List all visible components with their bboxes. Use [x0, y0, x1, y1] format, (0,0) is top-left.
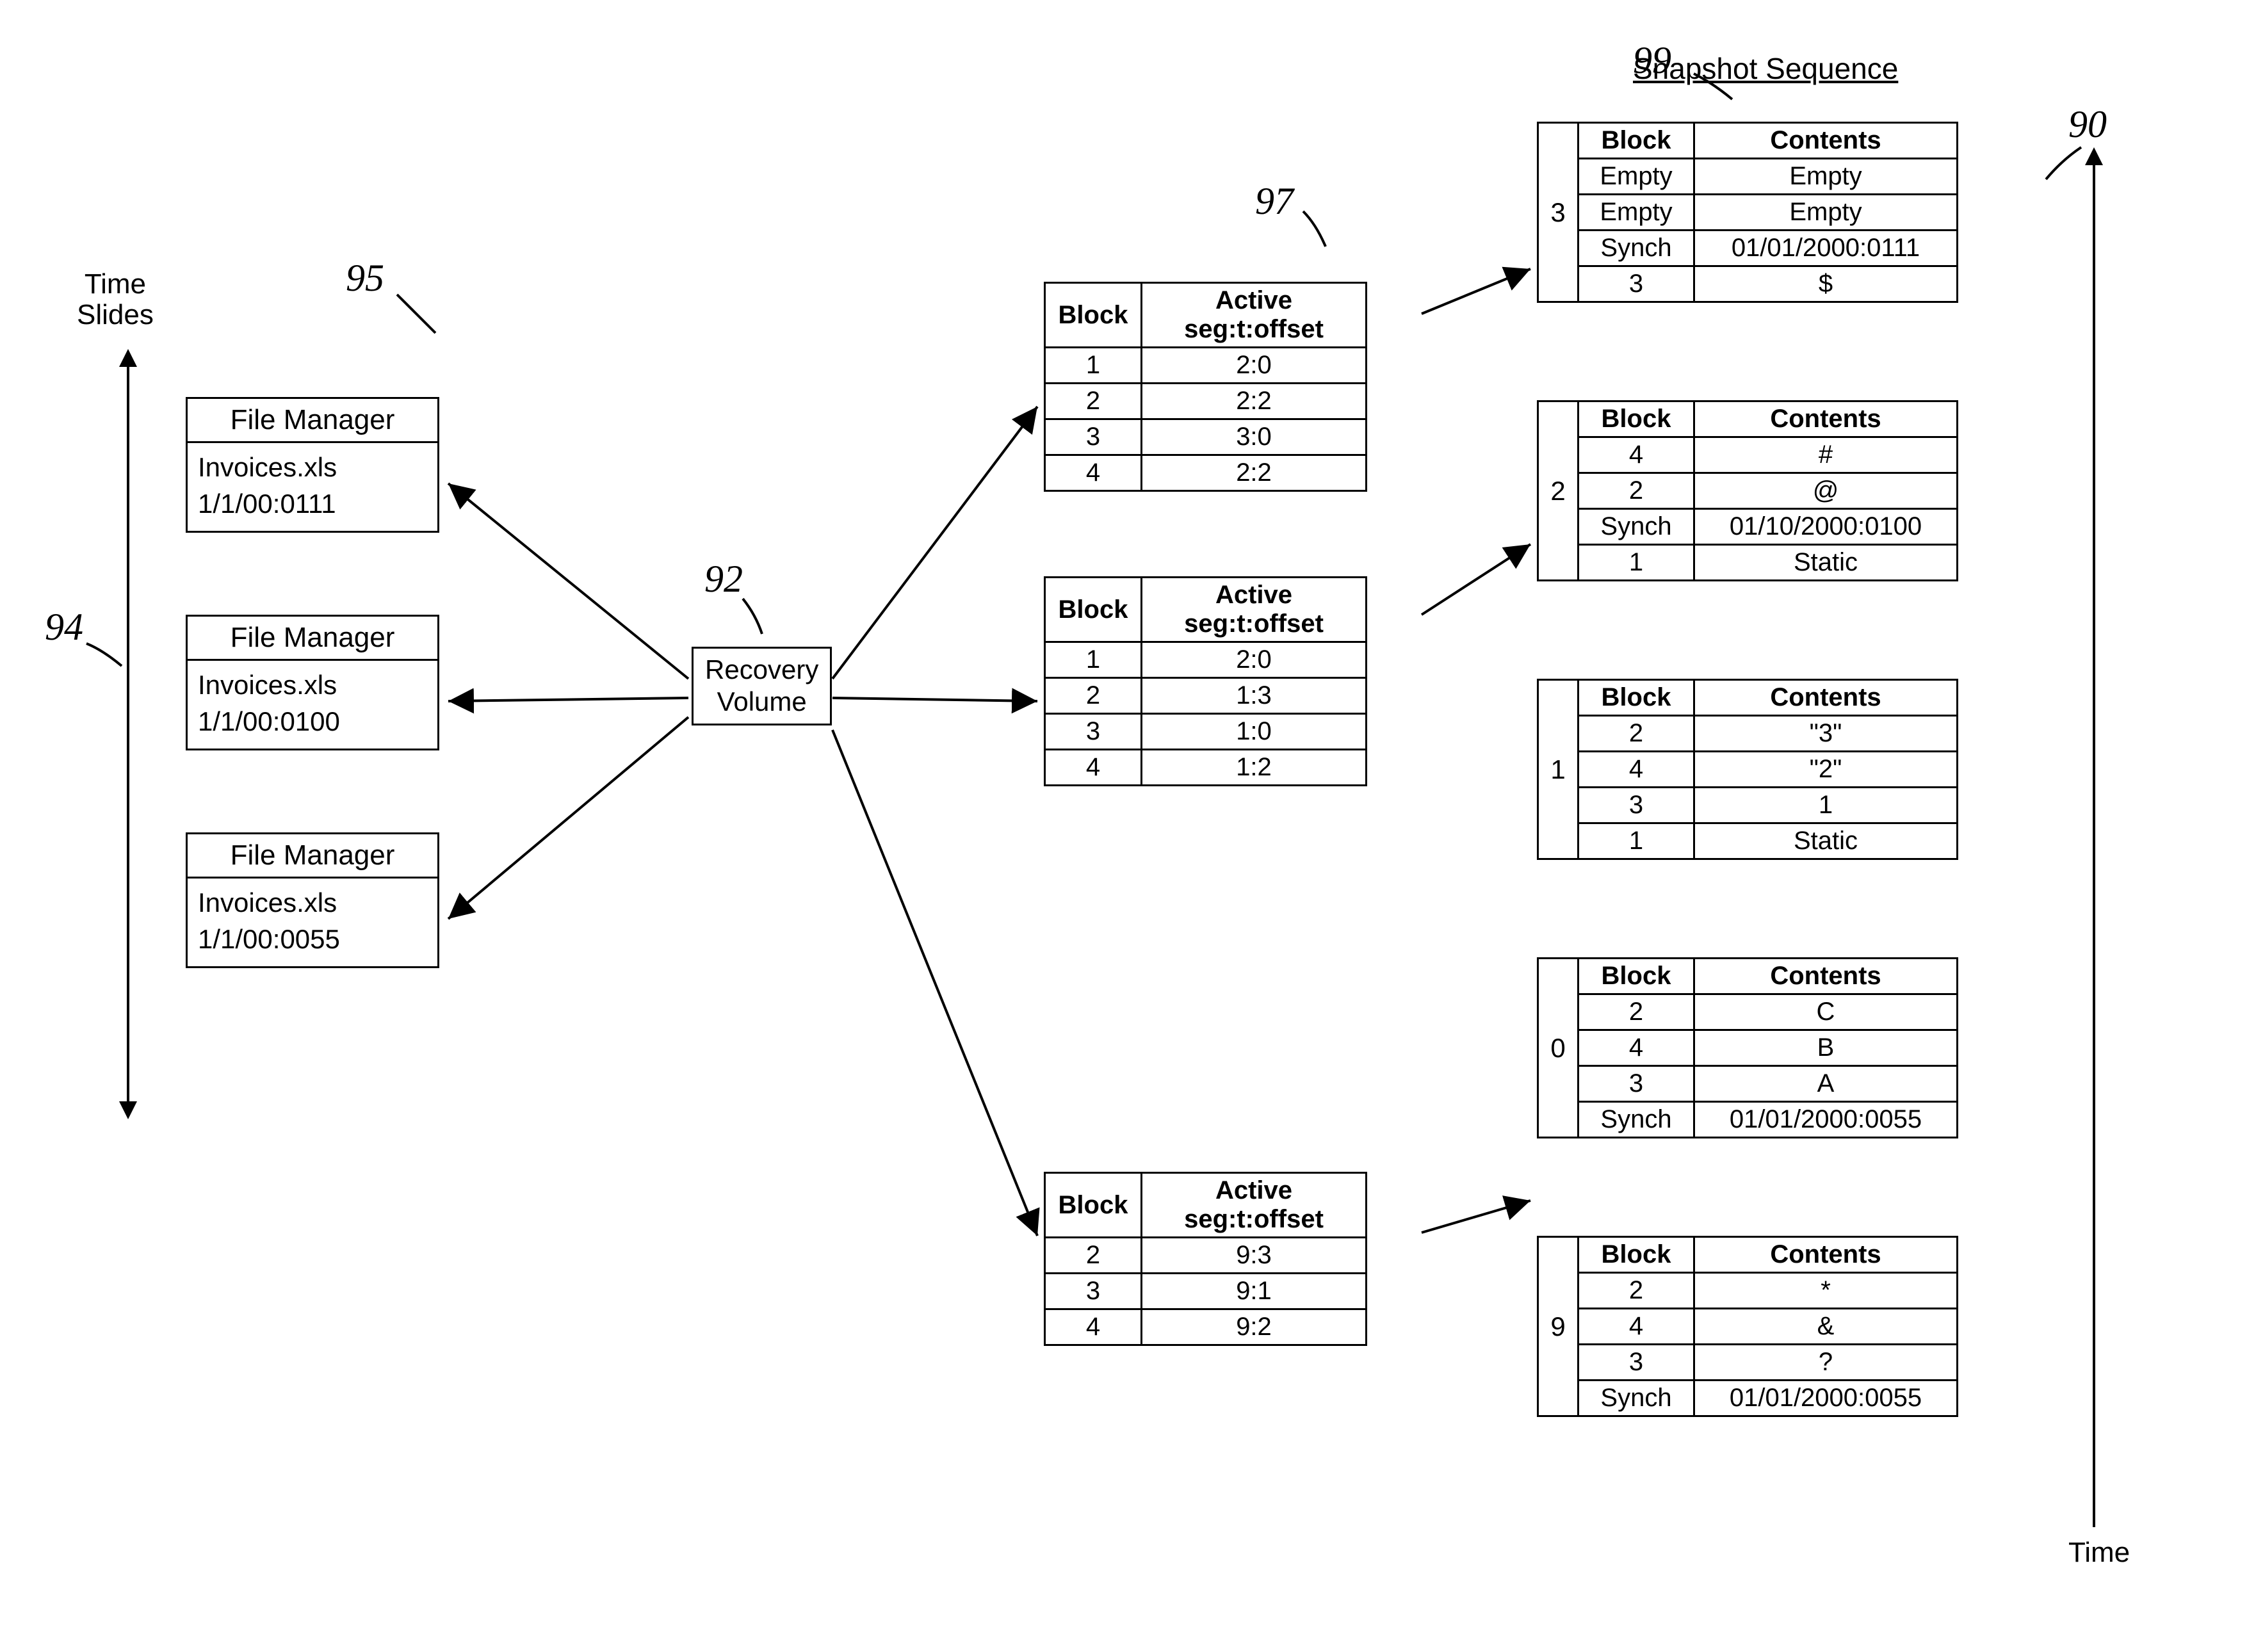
table-row: 22:2 [1045, 384, 1367, 419]
table-row: 3A [1578, 1066, 1958, 1102]
col-header: Active seg:t:offset [1142, 1173, 1367, 1238]
file-manager-card: File Manager Invoices.xls 1/1/00:0055 [186, 832, 439, 968]
col-header: Contents [1694, 123, 1958, 159]
col-header: Block [1578, 1237, 1694, 1273]
col-header: Contents [1694, 959, 1958, 994]
table-row: 49:2 [1045, 1309, 1367, 1345]
table-row: Synch01/01/2000:0055 [1578, 1381, 1958, 1416]
snapshot-index: 3 [1537, 122, 1577, 303]
file-manager-card: File Manager Invoices.xls 1/1/00:0111 [186, 397, 439, 533]
arrowhead-up-icon [119, 349, 137, 367]
table-row: 2@ [1578, 473, 1958, 509]
segment-table: BlockActive seg:t:offset 12:0 22:2 33:0 … [1044, 282, 1367, 492]
col-header: Contents [1694, 401, 1958, 437]
file-timestamp: 1/1/00:0055 [198, 921, 427, 958]
snapshot-entry: 2 BlockContents 4# 2@ Synch01/10/2000:01… [1537, 400, 1958, 581]
col-header: Block [1045, 1173, 1142, 1238]
file-manager-title: File Manager [188, 399, 437, 443]
file-timestamp: 1/1/00:0111 [198, 486, 427, 522]
file-name: Invoices.xls [198, 885, 427, 921]
file-timestamp: 1/1/00:0100 [198, 704, 427, 740]
time-label: Time [2068, 1537, 2130, 1569]
file-name: Invoices.xls [198, 449, 427, 486]
segment-table: BlockActive seg:t:offset 29:3 39:1 49:2 [1044, 1172, 1367, 1346]
snapshot-table: BlockContents 4# 2@ Synch01/10/2000:0100… [1577, 400, 1958, 581]
table-row: 31 [1578, 788, 1958, 823]
snapshot-entry: 9 BlockContents 2* 4& 3? Synch01/01/2000… [1537, 1236, 1958, 1417]
ref-95: 95 [346, 256, 384, 300]
ref-94: 94 [45, 605, 83, 649]
table-row: 3? [1578, 1345, 1958, 1381]
table-row: EmptyEmpty [1578, 195, 1958, 231]
table-row: 1Static [1578, 823, 1958, 859]
table-row: 4# [1578, 437, 1958, 473]
col-header: Block [1045, 283, 1142, 348]
table-row: Synch01/10/2000:0100 [1578, 509, 1958, 545]
table-row: 33:0 [1045, 419, 1367, 455]
snapshot-entry: 3 BlockContents EmptyEmpty EmptyEmpty Sy… [1537, 122, 1958, 303]
recovery-volume-box: Recovery Volume [692, 647, 832, 725]
file-manager-title: File Manager [188, 834, 437, 879]
table-row: 12:0 [1045, 642, 1367, 678]
col-header: Active seg:t:offset [1142, 578, 1367, 642]
col-header: Contents [1694, 680, 1958, 716]
snapshot-index: 9 [1537, 1236, 1577, 1417]
table-row: 29:3 [1045, 1238, 1367, 1274]
table-row: 12:0 [1045, 348, 1367, 384]
col-header: Block [1578, 123, 1694, 159]
snapshot-index: 2 [1537, 400, 1577, 581]
time-slides-axis [127, 365, 129, 1101]
table-row: 31:0 [1045, 714, 1367, 750]
snapshot-table: BlockContents 2C 4B 3A Synch01/01/2000:0… [1577, 957, 1958, 1138]
table-row: 42:2 [1045, 455, 1367, 491]
ref-90: 90 [2068, 102, 2107, 147]
table-row: 1Static [1578, 545, 1958, 581]
table-row: 4"2" [1578, 752, 1958, 788]
time-axis [2093, 163, 2095, 1527]
table-row: Synch01/01/2000:0111 [1578, 231, 1958, 266]
snapshot-index: 1 [1537, 679, 1577, 860]
file-manager-title: File Manager [188, 617, 437, 661]
snapshot-entry: 1 BlockContents 2"3" 4"2" 31 1Static [1537, 679, 1958, 860]
file-manager-card: File Manager Invoices.xls 1/1/00:0100 [186, 615, 439, 750]
col-header: Contents [1694, 1237, 1958, 1273]
table-row: 3$ [1578, 266, 1958, 302]
ref-97: 97 [1255, 179, 1294, 223]
table-row: 2C [1578, 994, 1958, 1030]
snapshot-sequence-title: Snapshot Sequence [1633, 51, 1898, 86]
col-header: Block [1578, 680, 1694, 716]
time-slides-label: Time Slides [77, 269, 154, 331]
snapshot-index: 0 [1537, 957, 1577, 1138]
col-header: Block [1045, 578, 1142, 642]
table-row: 4B [1578, 1030, 1958, 1066]
snapshot-table: BlockContents EmptyEmpty EmptyEmpty Sync… [1577, 122, 1958, 303]
segment-table: BlockActive seg:t:offset 12:0 21:3 31:0 … [1044, 576, 1367, 786]
file-name: Invoices.xls [198, 667, 427, 704]
table-row: 21:3 [1045, 678, 1367, 714]
snapshot-table: BlockContents 2* 4& 3? Synch01/01/2000:0… [1577, 1236, 1958, 1417]
snapshot-table: BlockContents 2"3" 4"2" 31 1Static [1577, 679, 1958, 860]
table-row: 39:1 [1045, 1274, 1367, 1309]
col-header: Active seg:t:offset [1142, 283, 1367, 348]
arrowhead-down-icon [119, 1101, 137, 1119]
table-row: EmptyEmpty [1578, 159, 1958, 195]
col-header: Block [1578, 959, 1694, 994]
col-header: Block [1578, 401, 1694, 437]
table-row: 2* [1578, 1273, 1958, 1309]
table-row: Synch01/01/2000:0055 [1578, 1102, 1958, 1138]
ref-92: 92 [704, 557, 743, 601]
table-row: 2"3" [1578, 716, 1958, 752]
table-row: 41:2 [1045, 750, 1367, 786]
snapshot-entry: 0 BlockContents 2C 4B 3A Synch01/01/2000… [1537, 957, 1958, 1138]
time-arrowhead-up-icon [2085, 147, 2103, 165]
table-row: 4& [1578, 1309, 1958, 1345]
